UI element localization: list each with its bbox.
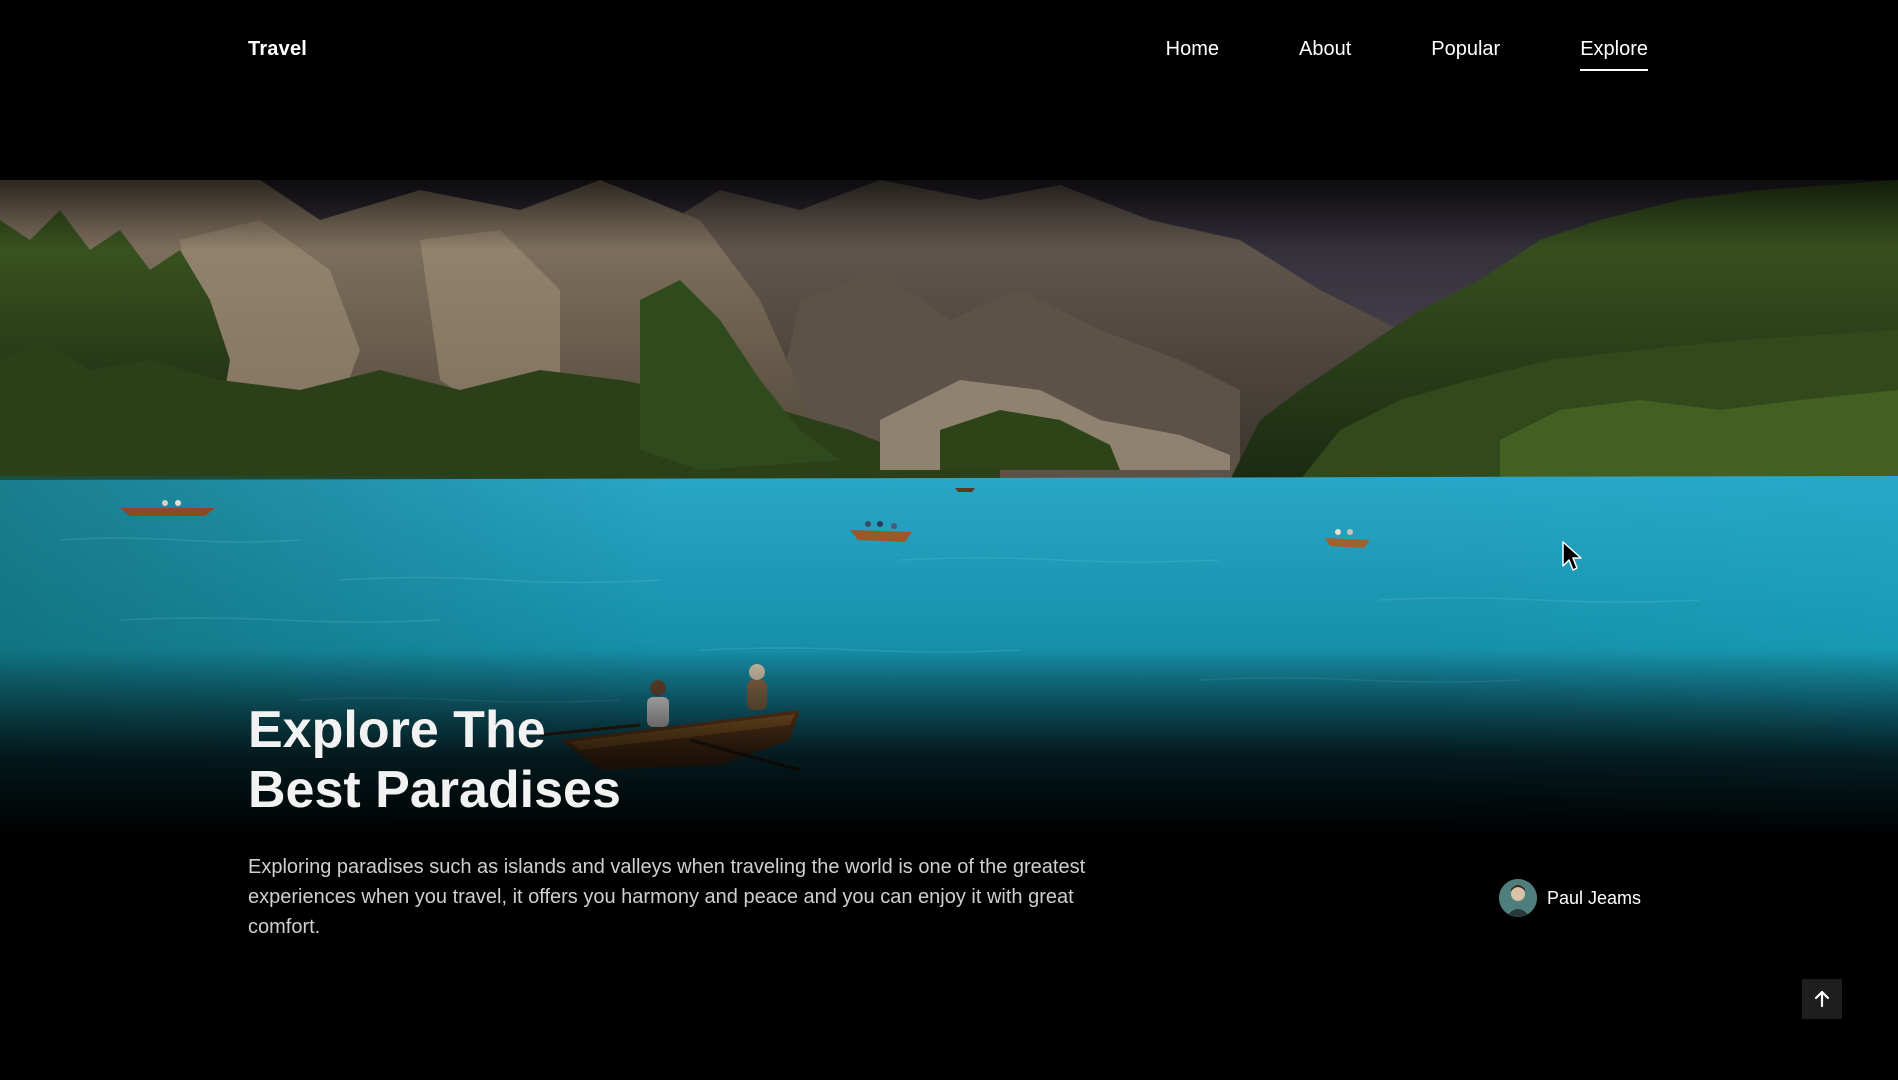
scroll-up-button[interactable]	[1802, 979, 1842, 1019]
mouse-cursor-icon	[1561, 540, 1583, 577]
nav-link-home[interactable]: Home	[1166, 38, 1219, 71]
nav-link-about[interactable]: About	[1299, 38, 1351, 71]
hero-title-line-1: Explore The	[248, 701, 546, 759]
main-nav: Home About Popular Explore	[1166, 38, 1648, 71]
hero-title-line-2: Best Paradises	[248, 761, 621, 819]
author[interactable]: Paul Jeams	[1499, 879, 1641, 917]
logo[interactable]: Travel	[248, 38, 307, 61]
author-name: Paul Jeams	[1547, 887, 1642, 908]
nav-link-explore[interactable]: Explore	[1580, 38, 1648, 71]
nav-link-popular[interactable]: Popular	[1431, 38, 1500, 71]
hero-description: Exploring paradises such as islands and …	[248, 856, 1086, 938]
header: Travel Home About Popular Explore	[0, 0, 1898, 100]
page: Travel Home About Popular Explore Explor…	[0, 0, 1898, 1080]
arrow-up-icon	[1814, 990, 1830, 1008]
hero-title: Explore The Best Paradises	[248, 700, 621, 820]
user-avatar	[1499, 879, 1537, 917]
